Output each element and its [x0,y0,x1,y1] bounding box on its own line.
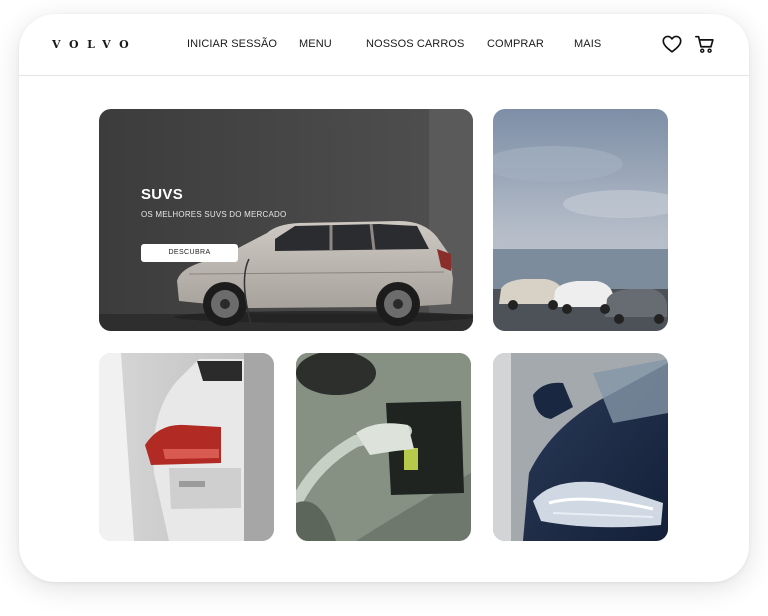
discover-button[interactable]: DESCUBRA [141,244,238,262]
suv-car-image [99,109,473,331]
card-headlight[interactable] [493,353,668,541]
seaside-cars-image [493,109,668,331]
cart-icon[interactable] [694,33,716,55]
charging-image [296,353,471,541]
browser-window: VOLVO INICIAR SESSÃO MENU NOSSOS CARROS … [19,14,749,582]
nav-link-menu[interactable]: MENU [299,38,332,50]
headlight-image [493,353,668,541]
card-charging[interactable] [296,353,471,541]
hero-card-suvs[interactable]: SUVS OS MELHORES SUVS DO MERCADO DESCUBR… [99,109,473,331]
nav-link-buy[interactable]: COMPRAR [487,38,544,50]
card-suvs-seaside[interactable] [493,109,668,331]
heart-icon[interactable] [661,33,683,55]
taillight-image [99,353,274,541]
top-navigation: VOLVO INICIAR SESSÃO MENU NOSSOS CARROS … [19,14,749,76]
hero-subtitle: OS MELHORES SUVS DO MERCADO [141,210,287,219]
card-taillight[interactable] [99,353,274,541]
volvo-logo[interactable]: VOLVO [52,38,137,51]
nav-link-login[interactable]: INICIAR SESSÃO [187,38,277,50]
nav-link-our-cars[interactable]: NOSSOS CARROS [366,38,465,50]
nav-link-more[interactable]: MAIS [574,38,601,50]
hero-title: SUVS [141,186,184,203]
